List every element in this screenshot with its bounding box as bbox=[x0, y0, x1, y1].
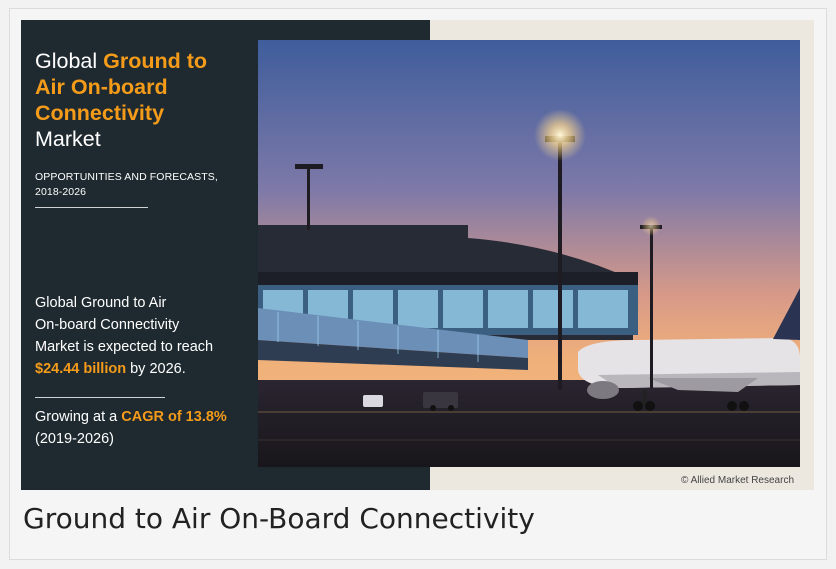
title-accent-2: Air On-board bbox=[35, 75, 168, 99]
growth-period: (2019-2026) bbox=[35, 431, 114, 447]
airport-photo bbox=[258, 40, 800, 467]
copyright-notice: © Allied Market Research bbox=[681, 475, 794, 486]
cagr-value: CAGR of 13.8% bbox=[121, 409, 227, 425]
image-caption: Ground to Air On-Board Connectivity bbox=[23, 502, 535, 535]
title-accent-1: Ground to bbox=[103, 49, 208, 73]
statement-line-4: $24.44 billion by 2026. bbox=[35, 358, 255, 380]
growth-statement: Growing at a CAGR of 13.8% (2019-2026) bbox=[35, 406, 265, 450]
title-accent-3: Connectivity bbox=[35, 101, 165, 125]
statement-line-3: Market is expected to reach bbox=[35, 339, 214, 355]
subtitle: OPPORTUNITIES AND FORECASTS, 2018-2026 bbox=[35, 170, 245, 200]
divider-top bbox=[35, 207, 148, 208]
subtitle-line-2: 2018-2026 bbox=[35, 186, 87, 198]
title-prefix: Global bbox=[35, 49, 98, 73]
statement-suffix: by 2026. bbox=[130, 361, 186, 377]
title-market: Market bbox=[35, 127, 101, 151]
market-infographic: Global Ground to Air On-board Connectivi… bbox=[21, 20, 814, 490]
growth-prefix: Growing at a bbox=[35, 409, 118, 425]
statement-line-1: Global Ground to Air bbox=[35, 295, 167, 311]
subtitle-line-1: OPPORTUNITIES AND FORECASTS, bbox=[35, 171, 218, 183]
divider-bottom bbox=[35, 397, 165, 398]
title-line-1: Global Ground to bbox=[35, 48, 265, 74]
statement-line-2: On-board Connectivity bbox=[35, 317, 180, 333]
market-value: $24.44 billion bbox=[35, 361, 127, 377]
market-statement: Global Ground to Air On-board Connectivi… bbox=[35, 292, 255, 380]
infographic-title: Global Ground to Air On-board Connectivi… bbox=[35, 48, 265, 152]
